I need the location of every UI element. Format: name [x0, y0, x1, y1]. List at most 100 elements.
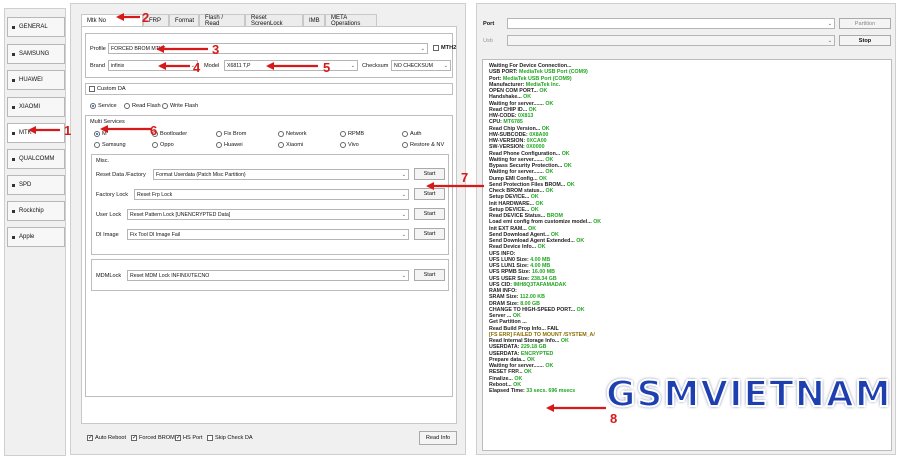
radio-icon [278, 142, 284, 148]
sidebar-item-xiaomi[interactable]: XIAOMI [7, 97, 65, 117]
log-value: 4.00 MB [530, 256, 551, 263]
tab-flash-read[interactable]: Flash / Read [199, 14, 245, 27]
bullet-icon [12, 52, 15, 56]
log-value: 16.00 MB [531, 269, 555, 276]
radio-vivo[interactable]: Vivo [340, 142, 359, 148]
checksum-select[interactable]: NO CHECKSUM ⌄ [391, 60, 451, 71]
log-key: Port: [489, 75, 503, 82]
radio-huawei[interactable]: Huawei [216, 142, 243, 148]
log-key: HW-SUBCODE: [489, 131, 530, 138]
sidebar-item-samsung[interactable]: SAMSUNG [7, 44, 65, 64]
sidebar-item-apple[interactable]: Apple [7, 227, 65, 247]
read-info-button[interactable]: Read Info [419, 431, 457, 445]
di-image-select[interactable]: Fix Tool DI Image Fail ⌄ [127, 229, 409, 240]
log-value: OK [535, 200, 544, 207]
chevron-down-icon: ⌄ [827, 21, 832, 27]
auto-reboot-checkbox[interactable]: Auto Reboot [87, 434, 126, 441]
skip-check-da-checkbox[interactable]: Skip Check DA [207, 435, 253, 441]
log-value: OK [530, 206, 539, 213]
user-lock-select[interactable]: Reset Pattern Lock [UNENCRYPTED Data] ⌄ [127, 209, 409, 220]
reset-data-select[interactable]: Format Userdata (Patch Misc Partition) ⌄ [153, 169, 409, 180]
log-value: MediaTek USB Port (COM9) [502, 75, 572, 82]
bullet-icon [12, 157, 15, 161]
log-value: OK [576, 238, 585, 244]
log-value: FAIL [547, 325, 559, 332]
port-select[interactable]: ⌄ [507, 18, 835, 29]
log-value: 8.00 GB [520, 300, 540, 307]
radio-rpmb[interactable]: RPMB [340, 131, 364, 137]
bullet-icon [12, 235, 15, 239]
radio-auth[interactable]: Auth [402, 131, 422, 137]
stop-button[interactable]: Stop [839, 35, 891, 46]
log-key: Waiting for server....... [489, 156, 546, 163]
radio-xiaomi[interactable]: Xiaomi [278, 142, 303, 148]
sidebar-item-huawei[interactable]: HUAWEI [7, 70, 65, 90]
log-key: RESET FRP... [489, 369, 524, 376]
chevron-down-icon: ⌄ [401, 192, 406, 198]
log-value: OK [523, 94, 532, 101]
hs-port-checkbox[interactable]: HS Port [175, 434, 203, 441]
partition-button[interactable]: Partition [839, 18, 891, 29]
radio-read-flash[interactable]: Read Flash [124, 103, 161, 109]
log-key: Load emi config from customize model... [489, 219, 594, 226]
radio-fix-brom[interactable]: Fix Brom [216, 131, 246, 137]
mth2-checkbox[interactable]: MTH2 [433, 45, 456, 51]
log-key: Init HARDWARE... [489, 200, 536, 207]
model-select[interactable]: X6811 T,P ⌄ [224, 60, 358, 71]
tab-imb[interactable]: IMB [303, 14, 325, 26]
checkbox-icon [87, 434, 93, 441]
mdm-lock-start-button[interactable]: Start [414, 269, 445, 281]
radio-bootloader[interactable]: Bootloader [152, 131, 187, 137]
log-key: RAM INFO: [489, 288, 517, 294]
radio-write-flash[interactable]: Write Flash [162, 103, 198, 109]
log-key: Get Partition ... [489, 319, 527, 326]
user-lock-start-button[interactable]: Start [414, 208, 445, 220]
tab-mtk-no[interactable]: Mtk No [81, 14, 143, 26]
log-key: Send Protection Files BROM... [489, 181, 567, 188]
di-image-start-button[interactable]: Start [414, 228, 445, 240]
tab-format[interactable]: Format [169, 14, 199, 26]
sidebar-item-qualcomm[interactable]: QUALCOMM [7, 149, 65, 169]
multi-services-title: Multi Services [90, 119, 125, 125]
sidebar-item-rockchip[interactable]: Rockchip [7, 201, 65, 221]
radio-icon [94, 131, 100, 137]
log-key: Waiting for server....... [489, 363, 546, 369]
chevron-down-icon: ⌄ [401, 273, 406, 279]
profile-select[interactable]: FORCED BROM MTH2 ⌄ [108, 43, 428, 54]
log-key: UFS LUN0 Size: [489, 256, 531, 263]
radio-oppo[interactable]: Oppo [152, 142, 174, 148]
log-key: Reboot... [489, 381, 514, 388]
mdm-lock-label: MDMLock [96, 273, 122, 279]
brand-select[interactable]: infinix ⌄ [108, 60, 198, 71]
log-value: OK [541, 125, 550, 132]
bullet-icon [12, 78, 15, 82]
model-label: Model [204, 63, 220, 69]
radio-m[interactable]: M [94, 131, 107, 137]
chevron-down-icon: ⌄ [420, 46, 425, 52]
radio-restore-nv[interactable]: Restore & NV [402, 142, 444, 148]
radio-service[interactable]: Service [90, 103, 117, 109]
log-value: MT6785 [503, 119, 523, 126]
factory-lock-start-button[interactable]: Start [414, 188, 445, 200]
sidebar-item-general[interactable]: GENERAL [7, 17, 65, 37]
reset-data-start-button[interactable]: Start [414, 168, 445, 180]
tab-frp[interactable]: FRP [143, 14, 169, 26]
sidebar-item-mtk[interactable]: MTK [7, 123, 65, 143]
tab-meta-operations[interactable]: META Operations [325, 14, 377, 27]
radio-network[interactable]: Network [278, 131, 307, 137]
factory-lock-select[interactable]: Reset Frp Lock ⌄ [134, 189, 409, 200]
log-value: 0X8A00 [529, 131, 549, 138]
radio-icon [94, 142, 100, 148]
radio-samsung[interactable]: Samsung [94, 142, 126, 148]
radio-icon [402, 142, 408, 148]
tab-reset-screenlock[interactable]: Reset ScreenLock [245, 14, 303, 27]
brand-label: Brand [90, 63, 105, 69]
usb-select[interactable]: ⌄ [507, 35, 835, 46]
log-value: OK [545, 100, 554, 107]
mdm-lock-select[interactable]: Reset MDM Lock INFINIX/TECNO ⌄ [127, 270, 409, 281]
sidebar-item-spd[interactable]: SPD [7, 175, 65, 195]
custom-da-checkbox[interactable]: Custom DA [89, 86, 126, 92]
forced-brom-checkbox[interactable]: Forced BROM [131, 434, 175, 441]
radio-icon [124, 103, 130, 109]
chevron-down-icon: ⌄ [401, 172, 406, 178]
